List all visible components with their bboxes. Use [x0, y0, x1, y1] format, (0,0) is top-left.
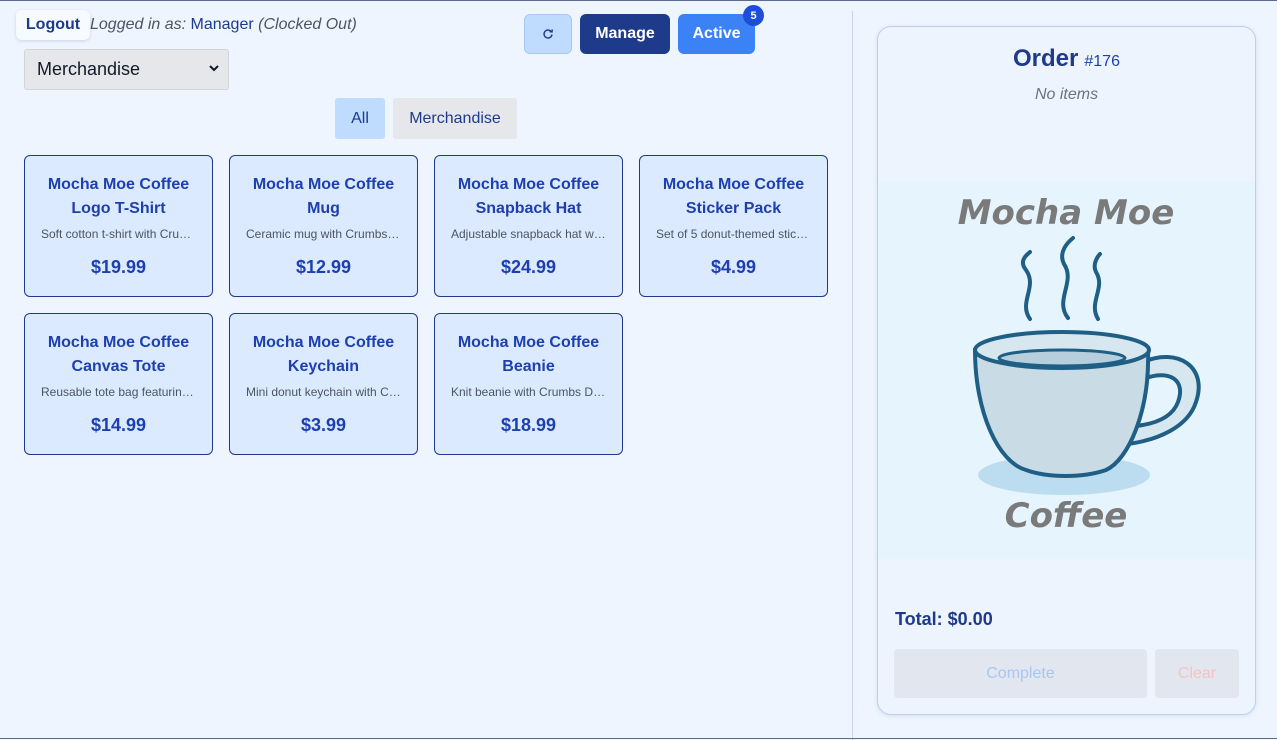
product-description: Knit beanie with Crumbs Donuts patch [451, 385, 622, 399]
empty-order-text: No items [1034, 86, 1099, 103]
coffee-logo: Mocha Moe Coffee [878, 182, 1255, 559]
complete-order-button[interactable]: Complete [894, 649, 1147, 698]
product-price: $14.99 [90, 415, 147, 435]
panel-divider [852, 11, 853, 740]
product-card[interactable]: Mocha Moe Coffee Keychain Mini donut keyc… [229, 313, 418, 455]
category-select[interactable]: Merchandise [24, 49, 229, 90]
refresh-button[interactable] [524, 14, 572, 54]
product-card[interactable]: Mocha Moe Coffee Logo T-Shirt Soft cotton… [24, 155, 213, 297]
category-selected-value: Merchandise [37, 59, 141, 79]
product-name: Mocha Moe Coffee Snapback Hat [457, 176, 600, 217]
product-price: $4.99 [710, 257, 757, 277]
active-count-badge: 5 [743, 5, 764, 26]
logout-button[interactable]: Logout [16, 10, 90, 40]
product-card[interactable]: Mocha Moe Coffee Beanie Knit beanie with … [434, 313, 623, 455]
product-card[interactable]: Mocha Moe Coffee Sticker Pack Set of 5 do… [639, 155, 828, 297]
order-header: Order #176 [878, 45, 1255, 73]
product-name: Mocha Moe Coffee Mug [252, 176, 395, 217]
manage-button[interactable]: Manage [580, 14, 670, 54]
chevron-down-icon [209, 65, 219, 72]
logo-bottom-text: Coffee [1005, 496, 1128, 536]
product-description: Soft cotton t-shirt with Crumbs Donuts l… [41, 227, 212, 241]
product-price: $3.99 [300, 415, 347, 435]
product-price: $12.99 [295, 257, 352, 277]
order-number: #176 [1084, 53, 1120, 70]
product-card[interactable]: Mocha Moe Coffee Mug Ceramic mug with Cru… [229, 155, 418, 297]
product-name: Mocha Moe Coffee Keychain [252, 334, 395, 375]
product-description: Ceramic mug with Crumbs Donuts logo [246, 227, 417, 241]
product-name: Mocha Moe Coffee Logo T-Shirt [47, 176, 190, 217]
product-price: $18.99 [500, 415, 557, 435]
product-name: Mocha Moe Coffee Sticker Pack [662, 176, 805, 217]
product-description: Adjustable snapback hat with embroidered… [451, 227, 622, 241]
filter-merchandise[interactable]: Merchandise [393, 98, 517, 139]
login-prefix: Logged in as: [90, 16, 187, 33]
product-description: Set of 5 donut-themed stickers [656, 227, 819, 241]
login-status: Logged in as: Manager (Clocked Out) [90, 16, 357, 34]
product-name: Mocha Moe Coffee Canvas Tote [47, 334, 190, 375]
order-total: Total: $0.00 [895, 609, 993, 629]
product-card[interactable]: Mocha Moe Coffee Canvas Tote Reusable tot… [24, 313, 213, 455]
product-price: $24.99 [500, 257, 557, 277]
menu-area: Logout Logged in as: Manager (Clocked Ou… [0, 1, 852, 740]
order-panel: Order #176 No items Mocha Moe Coffee Tota… [877, 26, 1256, 715]
refresh-icon [543, 29, 553, 39]
product-description: Mini donut keychain with Crumbs logo [246, 385, 417, 399]
logo-top-text: Mocha Moe [958, 193, 1175, 233]
order-title: Order [1013, 45, 1079, 72]
product-name: Mocha Moe Coffee Beanie [457, 334, 600, 375]
filter-all[interactable]: All [335, 98, 385, 139]
clock-status: (Clocked Out) [258, 16, 357, 33]
product-price: $19.99 [90, 257, 147, 277]
clear-order-button[interactable]: Clear [1155, 649, 1239, 698]
product-card[interactable]: Mocha Moe Coffee Snapback Hat Adjustable … [434, 155, 623, 297]
coffee-cup-icon: Mocha Moe Coffee [958, 193, 1201, 536]
product-description: Reusable tote bag featuring donut art [41, 385, 212, 399]
user-name: Manager [190, 16, 254, 33]
